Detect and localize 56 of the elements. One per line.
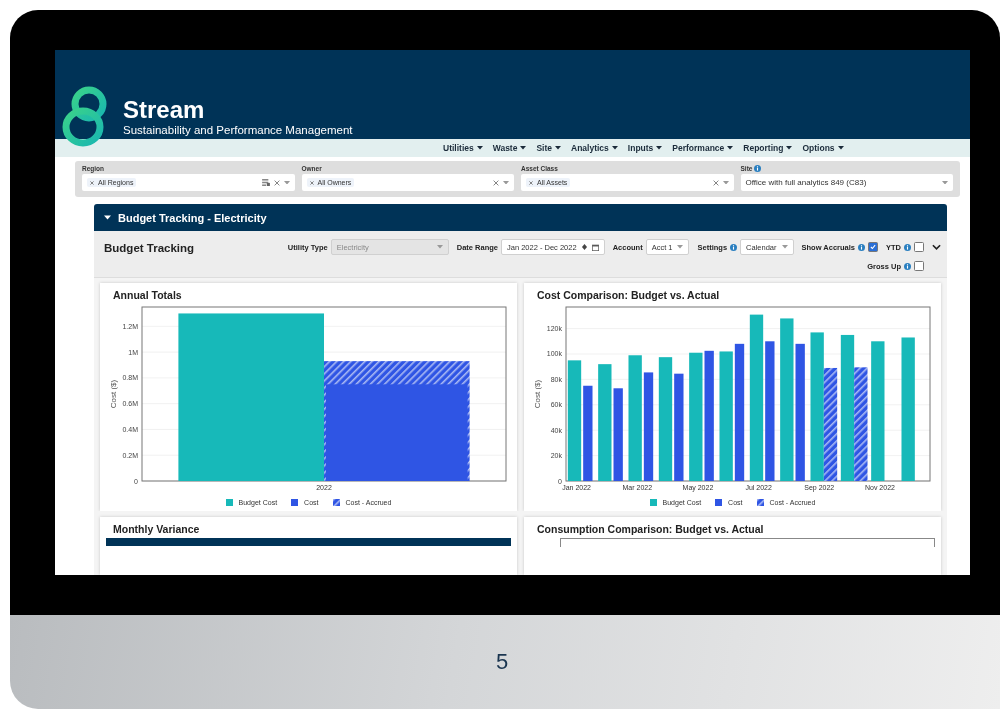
section-title: Budget Tracking: [104, 242, 196, 254]
caret-icon: [722, 180, 729, 185]
hatched-swatch-icon: [756, 499, 764, 506]
clear-icon[interactable]: [273, 179, 280, 186]
clear-icon[interactable]: [712, 179, 719, 186]
checkbox[interactable]: [914, 242, 924, 252]
caret-icon: [520, 146, 527, 150]
caret-icon: [727, 146, 734, 150]
chevron-down-icon[interactable]: [932, 244, 941, 250]
nav-menu-item[interactable]: Waste: [492, 143, 527, 153]
caret-icon: [436, 245, 443, 249]
filter-select[interactable]: Office with full analytics 849 (C83): [740, 174, 953, 191]
caret-icon: [476, 146, 483, 150]
nav-menu-item[interactable]: Reporting: [743, 143, 793, 153]
panel-title: Budget Tracking - Electricity: [118, 211, 267, 224]
spinner-icon[interactable]: [581, 244, 587, 250]
legend-swatch-icon: [649, 499, 657, 506]
caret-icon: [781, 245, 788, 249]
nav-menu-item[interactable]: Utilities: [443, 143, 483, 153]
checkbox[interactable]: [868, 242, 878, 252]
panel-header[interactable]: Budget Tracking - Electricity: [94, 204, 947, 231]
calendar-icon[interactable]: [591, 243, 599, 251]
list-icon[interactable]: [261, 179, 270, 186]
clear-icon[interactable]: [493, 179, 499, 186]
caret-icon: [942, 180, 948, 185]
legend-swatch-icon: [715, 499, 723, 506]
caret-icon: [837, 146, 844, 150]
remove-icon[interactable]: [529, 180, 533, 185]
nav-menu-item[interactable]: Performance: [672, 143, 734, 153]
axis-title: Cost ($): [109, 379, 118, 409]
card-title: Consumption Comparison: Budget vs. Actual: [537, 523, 765, 535]
card-title: Monthly Variance: [113, 523, 201, 535]
hatched-swatch-icon: [332, 499, 340, 506]
caret-icon: [503, 180, 509, 185]
nav-menu-item[interactable]: Options: [802, 143, 844, 153]
caret-icon: [555, 146, 562, 150]
nav-menu-item[interactable]: Inputs: [627, 143, 663, 153]
axis-title: Cost ($): [533, 379, 542, 409]
remove-icon[interactable]: [90, 180, 94, 185]
caret-icon[interactable]: [104, 215, 111, 220]
checkbox[interactable]: [914, 261, 924, 271]
chart-title: Annual Totals: [113, 289, 183, 301]
caret-icon: [611, 146, 618, 150]
legend-swatch-icon: [225, 499, 233, 506]
legend-swatch-icon: [291, 499, 299, 506]
brand-tagline: Sustainability and Performance Management: [123, 123, 353, 137]
caret-icon: [677, 245, 684, 249]
nav-menu-item[interactable]: Analytics: [571, 143, 618, 153]
caret-icon: [656, 146, 663, 150]
page-number: 5: [495, 649, 509, 675]
brand-name: Stream: [123, 97, 206, 123]
remove-icon[interactable]: [309, 180, 314, 185]
chart-title: Cost Comparison: Budget vs. Actual: [537, 289, 721, 301]
caret-icon: [786, 146, 793, 150]
caret-icon: [283, 180, 290, 185]
nav-menu-item[interactable]: Site: [536, 143, 562, 153]
